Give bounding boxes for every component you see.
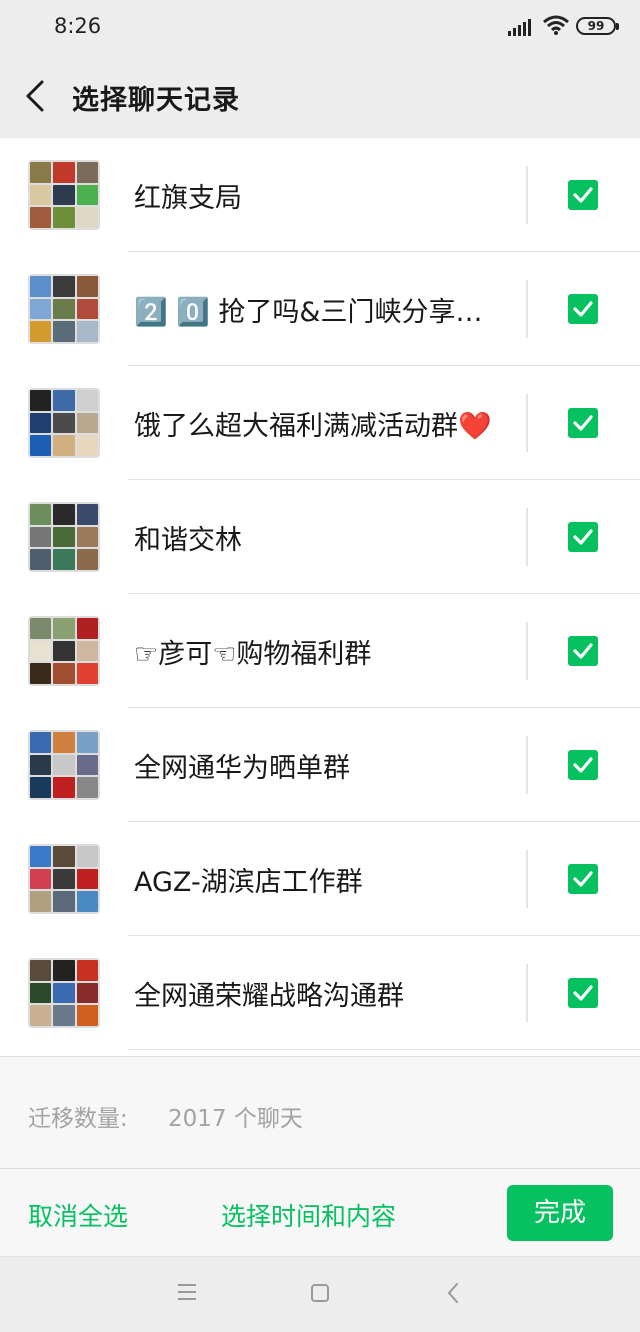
chat-name: AGZ-湖滨店工作群 — [134, 867, 363, 898]
menu-icon[interactable] — [176, 1283, 198, 1301]
divider — [526, 622, 528, 680]
chat-checkbox[interactable] — [568, 180, 598, 210]
check-icon — [573, 301, 593, 317]
chat-row[interactable]: 全网通华为晒单群 — [0, 708, 640, 822]
divider — [526, 280, 528, 338]
chat-row[interactable]: 2️⃣ 0️⃣ 抢了吗&三门峡分享… — [0, 252, 640, 366]
chat-name: 红旗支局 — [134, 183, 242, 214]
group-avatar — [28, 388, 100, 458]
done-button[interactable]: 完成 — [507, 1185, 613, 1241]
chat-checkbox[interactable] — [568, 522, 598, 552]
check-icon — [573, 529, 593, 545]
bottom-toolbar: 取消全选 选择时间和内容 完成 — [0, 1168, 640, 1256]
chat-name: 饿了么超大福利满减活动群❤️ — [134, 411, 492, 442]
group-avatar — [28, 844, 100, 914]
group-avatar — [28, 274, 100, 344]
chat-name: 全网通华为晒单群 — [134, 753, 350, 784]
chat-row[interactable]: 红旗支局 — [0, 138, 640, 252]
chat-row[interactable]: 和谐交林 — [0, 480, 640, 594]
row-separator — [128, 1049, 640, 1050]
system-nav-bar — [0, 1256, 640, 1332]
check-icon — [573, 643, 593, 659]
chat-row[interactable]: 饿了么超大福利满减活动群❤️ — [0, 366, 640, 480]
chat-checkbox[interactable] — [568, 294, 598, 324]
page-title: 选择聊天记录 — [72, 85, 240, 116]
divider — [526, 394, 528, 452]
chat-row[interactable]: AGZ-湖滨店工作群 — [0, 822, 640, 936]
group-avatar — [28, 160, 100, 230]
group-avatar — [28, 616, 100, 686]
chat-checkbox[interactable] — [568, 864, 598, 894]
divider — [526, 166, 528, 224]
battery-indicator: 99 — [576, 17, 619, 35]
nav-back-icon[interactable] — [446, 1281, 460, 1305]
chat-checkbox[interactable] — [568, 978, 598, 1008]
chat-row[interactable]: ☞彦可☜购物福利群 — [0, 594, 640, 708]
divider — [526, 850, 528, 908]
signal-icon — [508, 19, 531, 36]
check-icon — [573, 415, 593, 431]
group-avatar — [28, 730, 100, 800]
status-bar: 8:26 99 — [0, 0, 640, 54]
chat-row[interactable]: 全网通荣耀战略沟通群 — [0, 936, 640, 1050]
home-icon[interactable] — [310, 1283, 330, 1303]
chat-name: 全网通荣耀战略沟通群 — [134, 981, 404, 1012]
chat-list: 红旗支局 2️⃣ 0️⃣ 抢了吗&三门峡分享… 饿了么超大福利满减活动群❤️ 和谐交林… — [0, 138, 640, 1056]
chat-checkbox[interactable] — [568, 636, 598, 666]
deselect-all-button[interactable]: 取消全选 — [28, 1197, 128, 1233]
migration-count-value: 2017 个聊天 — [168, 1106, 303, 1132]
back-arrow-icon[interactable] — [22, 78, 48, 114]
check-icon — [573, 985, 593, 1001]
divider — [526, 964, 528, 1022]
group-avatar — [28, 958, 100, 1028]
chat-name: ☞彦可☜购物福利群 — [134, 639, 372, 670]
migration-count-label: 迁移数量: — [28, 1106, 128, 1132]
chat-name: 2️⃣ 0️⃣ 抢了吗&三门峡分享… — [134, 297, 483, 328]
wifi-icon — [543, 15, 569, 35]
group-avatar — [28, 502, 100, 572]
chat-name: 和谐交林 — [134, 525, 242, 556]
select-time-content-button[interactable]: 选择时间和内容 — [221, 1197, 396, 1233]
check-icon — [573, 757, 593, 773]
status-time: 8:26 — [54, 14, 102, 38]
check-icon — [573, 871, 593, 887]
header: 选择聊天记录 — [0, 54, 640, 138]
check-icon — [573, 187, 593, 203]
divider — [526, 508, 528, 566]
chat-checkbox[interactable] — [568, 750, 598, 780]
chat-checkbox[interactable] — [568, 408, 598, 438]
migration-count-section: 迁移数量: 2017 个聊天 — [0, 1056, 640, 1168]
divider — [526, 736, 528, 794]
